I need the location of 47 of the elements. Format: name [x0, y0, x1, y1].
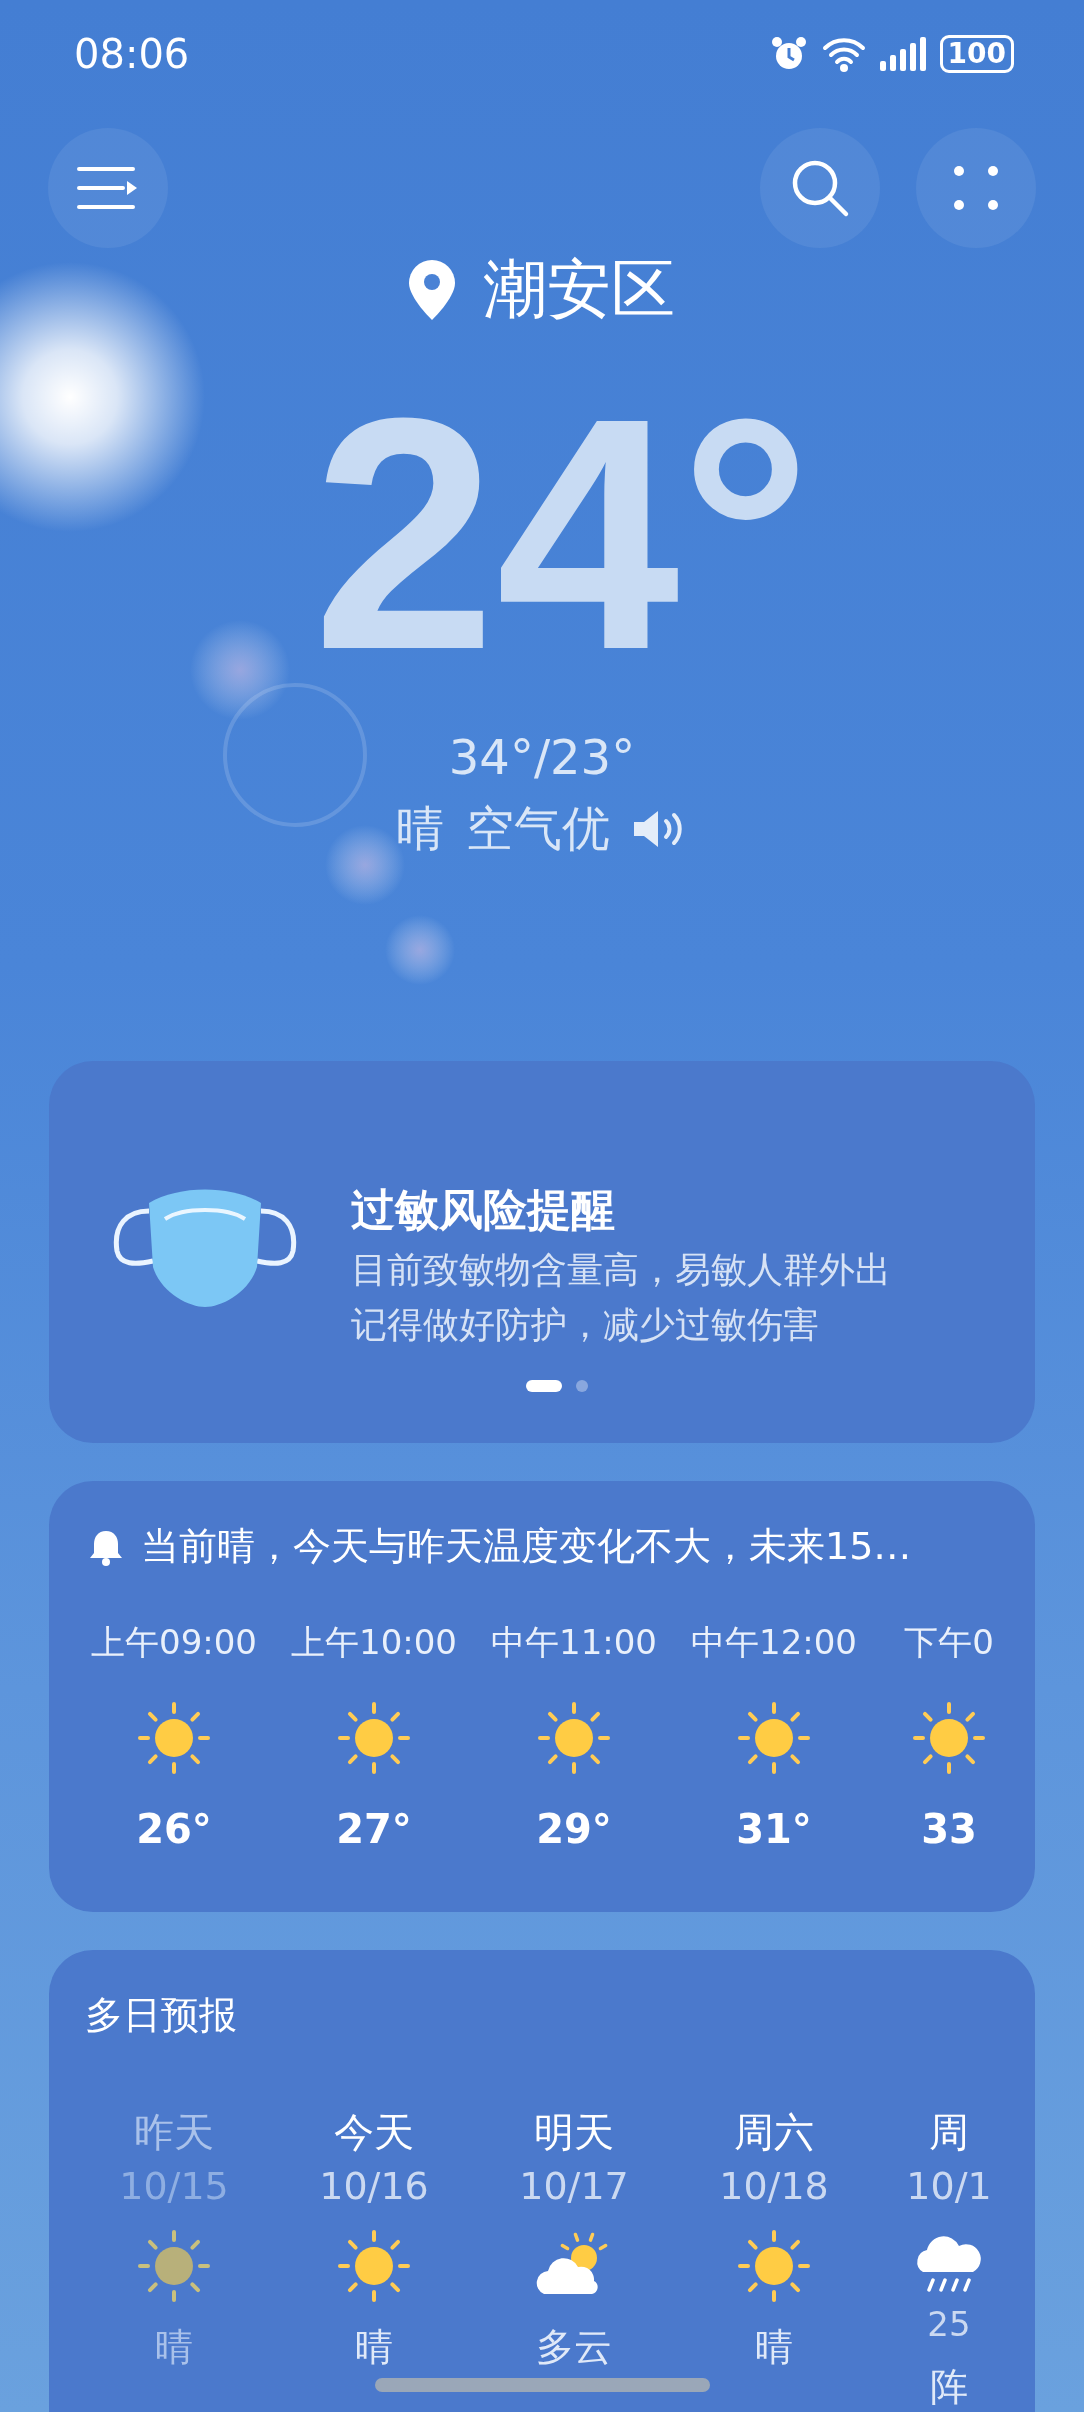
temperature-range: 34°/23°	[448, 729, 636, 785]
location-pin-icon	[409, 259, 455, 320]
day-label: 周	[929, 2108, 969, 2157]
date-label: 10/15	[119, 2164, 229, 2208]
battery-level: 100	[939, 35, 1014, 73]
hour-label: 中午11:00	[491, 1621, 657, 1664]
hour-label: 下午0	[904, 1621, 994, 1664]
status-time: 08:06	[74, 31, 190, 77]
weather-condition: 晴	[396, 799, 444, 858]
alert-message: 记得做好防护，减少过敏伤害	[351, 1303, 820, 1347]
date-label: 10/16	[319, 2164, 429, 2208]
allergy-alert-card[interactable]: 过敏风险提醒 目前致敏物含量高，易敏人群外出 记得做好防护，减少过敏伤害	[49, 1061, 1035, 1443]
hour-label: 上午09:00	[91, 1621, 257, 1664]
day-condition: 多云	[536, 2324, 612, 2371]
day-condition: 晴	[155, 2324, 193, 2371]
date-label: 10/1	[906, 2164, 992, 2208]
day-condition: 阵	[930, 2364, 968, 2411]
hour-label: 中午12:00	[691, 1621, 857, 1664]
day-condition: 晴	[355, 2324, 393, 2371]
four-dots-icon	[954, 166, 998, 210]
hour-temperature: 31°	[736, 1806, 812, 1852]
day-label: 昨天	[134, 2108, 214, 2157]
hour-temperature: 27°	[336, 1806, 412, 1852]
menu-icon	[77, 165, 139, 211]
alert-message: 目前致敏物含量高，易敏人群外出	[351, 1248, 891, 1292]
city-name: 潮安区	[483, 251, 675, 328]
day-condition: 晴	[755, 2324, 793, 2371]
page-indicator[interactable]	[576, 1380, 588, 1392]
weather-summary: 当前晴，今天与昨天温度变化不大，未来15…	[141, 1523, 912, 1570]
hour-temperature: 26°	[136, 1806, 212, 1852]
search-icon	[790, 158, 850, 218]
current-temperature: 24°	[312, 349, 812, 718]
alert-title: 过敏风险提醒	[351, 1183, 616, 1237]
page-indicator[interactable]	[526, 1380, 562, 1392]
section-title: 多日预报	[85, 1992, 238, 2039]
date-label: 10/17	[519, 2164, 629, 2208]
day-label: 今天	[334, 2108, 414, 2157]
air-quality: 空气优	[466, 799, 610, 858]
signal-icon	[879, 37, 926, 71]
hour-label: 上午10:00	[291, 1621, 457, 1664]
day-label: 明天	[534, 2108, 614, 2157]
wifi-icon	[821, 36, 866, 72]
hour-temperature: 33	[921, 1806, 977, 1852]
day-label: 周六	[734, 2108, 814, 2157]
precipitation-chance: 25	[927, 2304, 971, 2344]
hour-temperature: 29°	[536, 1806, 612, 1852]
date-label: 10/18	[719, 2164, 829, 2208]
